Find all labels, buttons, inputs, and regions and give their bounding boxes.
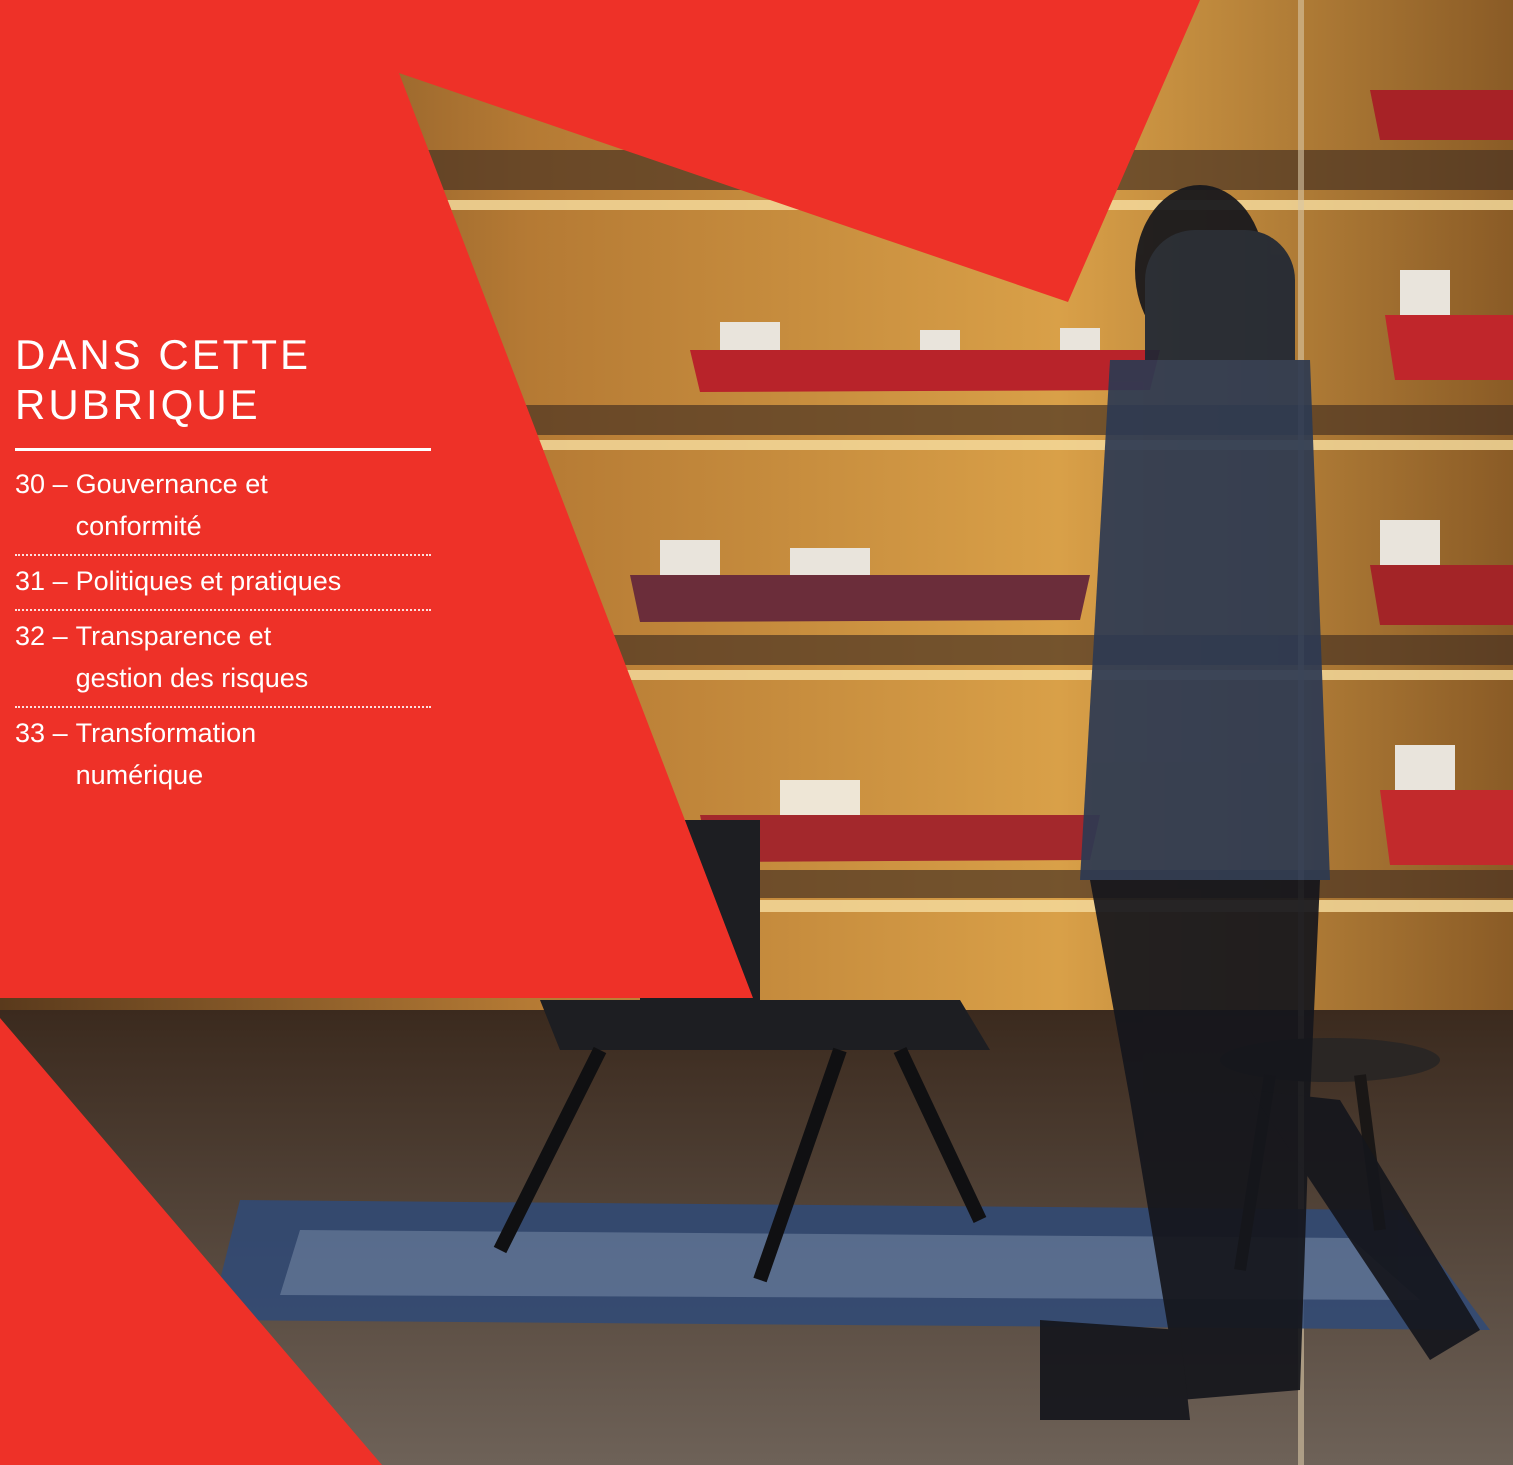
- section-title-line-1: DANS CETTE: [15, 331, 312, 378]
- title-divider: [15, 448, 431, 451]
- section-title-line-2: RUBRIQUE: [15, 381, 261, 428]
- toc-item-30[interactable]: 30 – Gouvernance et conformité: [15, 463, 431, 556]
- toc-item-number: 31 –: [15, 566, 68, 596]
- toc-item-number: 33 –: [15, 718, 68, 748]
- toc-item-label: Gouvernance et conformité: [75, 469, 268, 541]
- toc-item-label: Transparence et gestion des risques: [75, 621, 309, 693]
- section-title: DANS CETTE RUBRIQUE: [15, 330, 431, 430]
- toc-item-number: 32 –: [15, 621, 68, 651]
- toc-item-label: Politiques et pratiques: [75, 566, 342, 596]
- toc-item-number: 30 –: [15, 469, 68, 499]
- toc-item-31[interactable]: 31 – Politiques et pratiques: [15, 556, 431, 611]
- table-of-contents: DANS CETTE RUBRIQUE 30 – Gouvernance et …: [15, 330, 431, 803]
- toc-item-33[interactable]: 33 – Transformation numérique: [15, 708, 431, 803]
- toc-item-32[interactable]: 32 – Transparence et gestion des risques: [15, 611, 431, 708]
- toc-item-label: Transformation numérique: [75, 718, 257, 790]
